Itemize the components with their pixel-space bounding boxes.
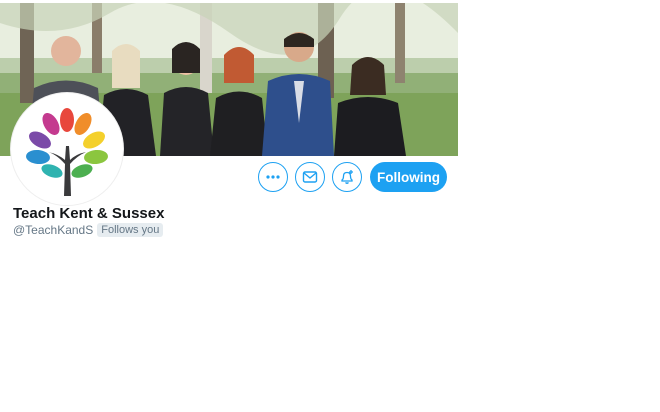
more-horizontal-icon xyxy=(266,175,280,179)
more-options-button[interactable] xyxy=(258,162,288,192)
profile-header: Following Teach Kent & Sussex @TeachKand… xyxy=(0,0,660,412)
following-button[interactable]: Following xyxy=(370,162,447,192)
message-button[interactable] xyxy=(295,162,325,192)
notifications-button[interactable] xyxy=(332,162,362,192)
bell-plus-icon xyxy=(341,170,353,184)
profile-handle-row: @TeachKandS Follows you xyxy=(13,223,164,237)
profile-handle: @TeachKandS xyxy=(13,223,94,237)
follows-you-badge: Follows you xyxy=(97,223,164,237)
profile-avatar-tree-logo[interactable] xyxy=(11,93,123,205)
profile-display-name: Teach Kent & Sussex xyxy=(13,205,165,222)
envelope-icon xyxy=(302,171,318,183)
